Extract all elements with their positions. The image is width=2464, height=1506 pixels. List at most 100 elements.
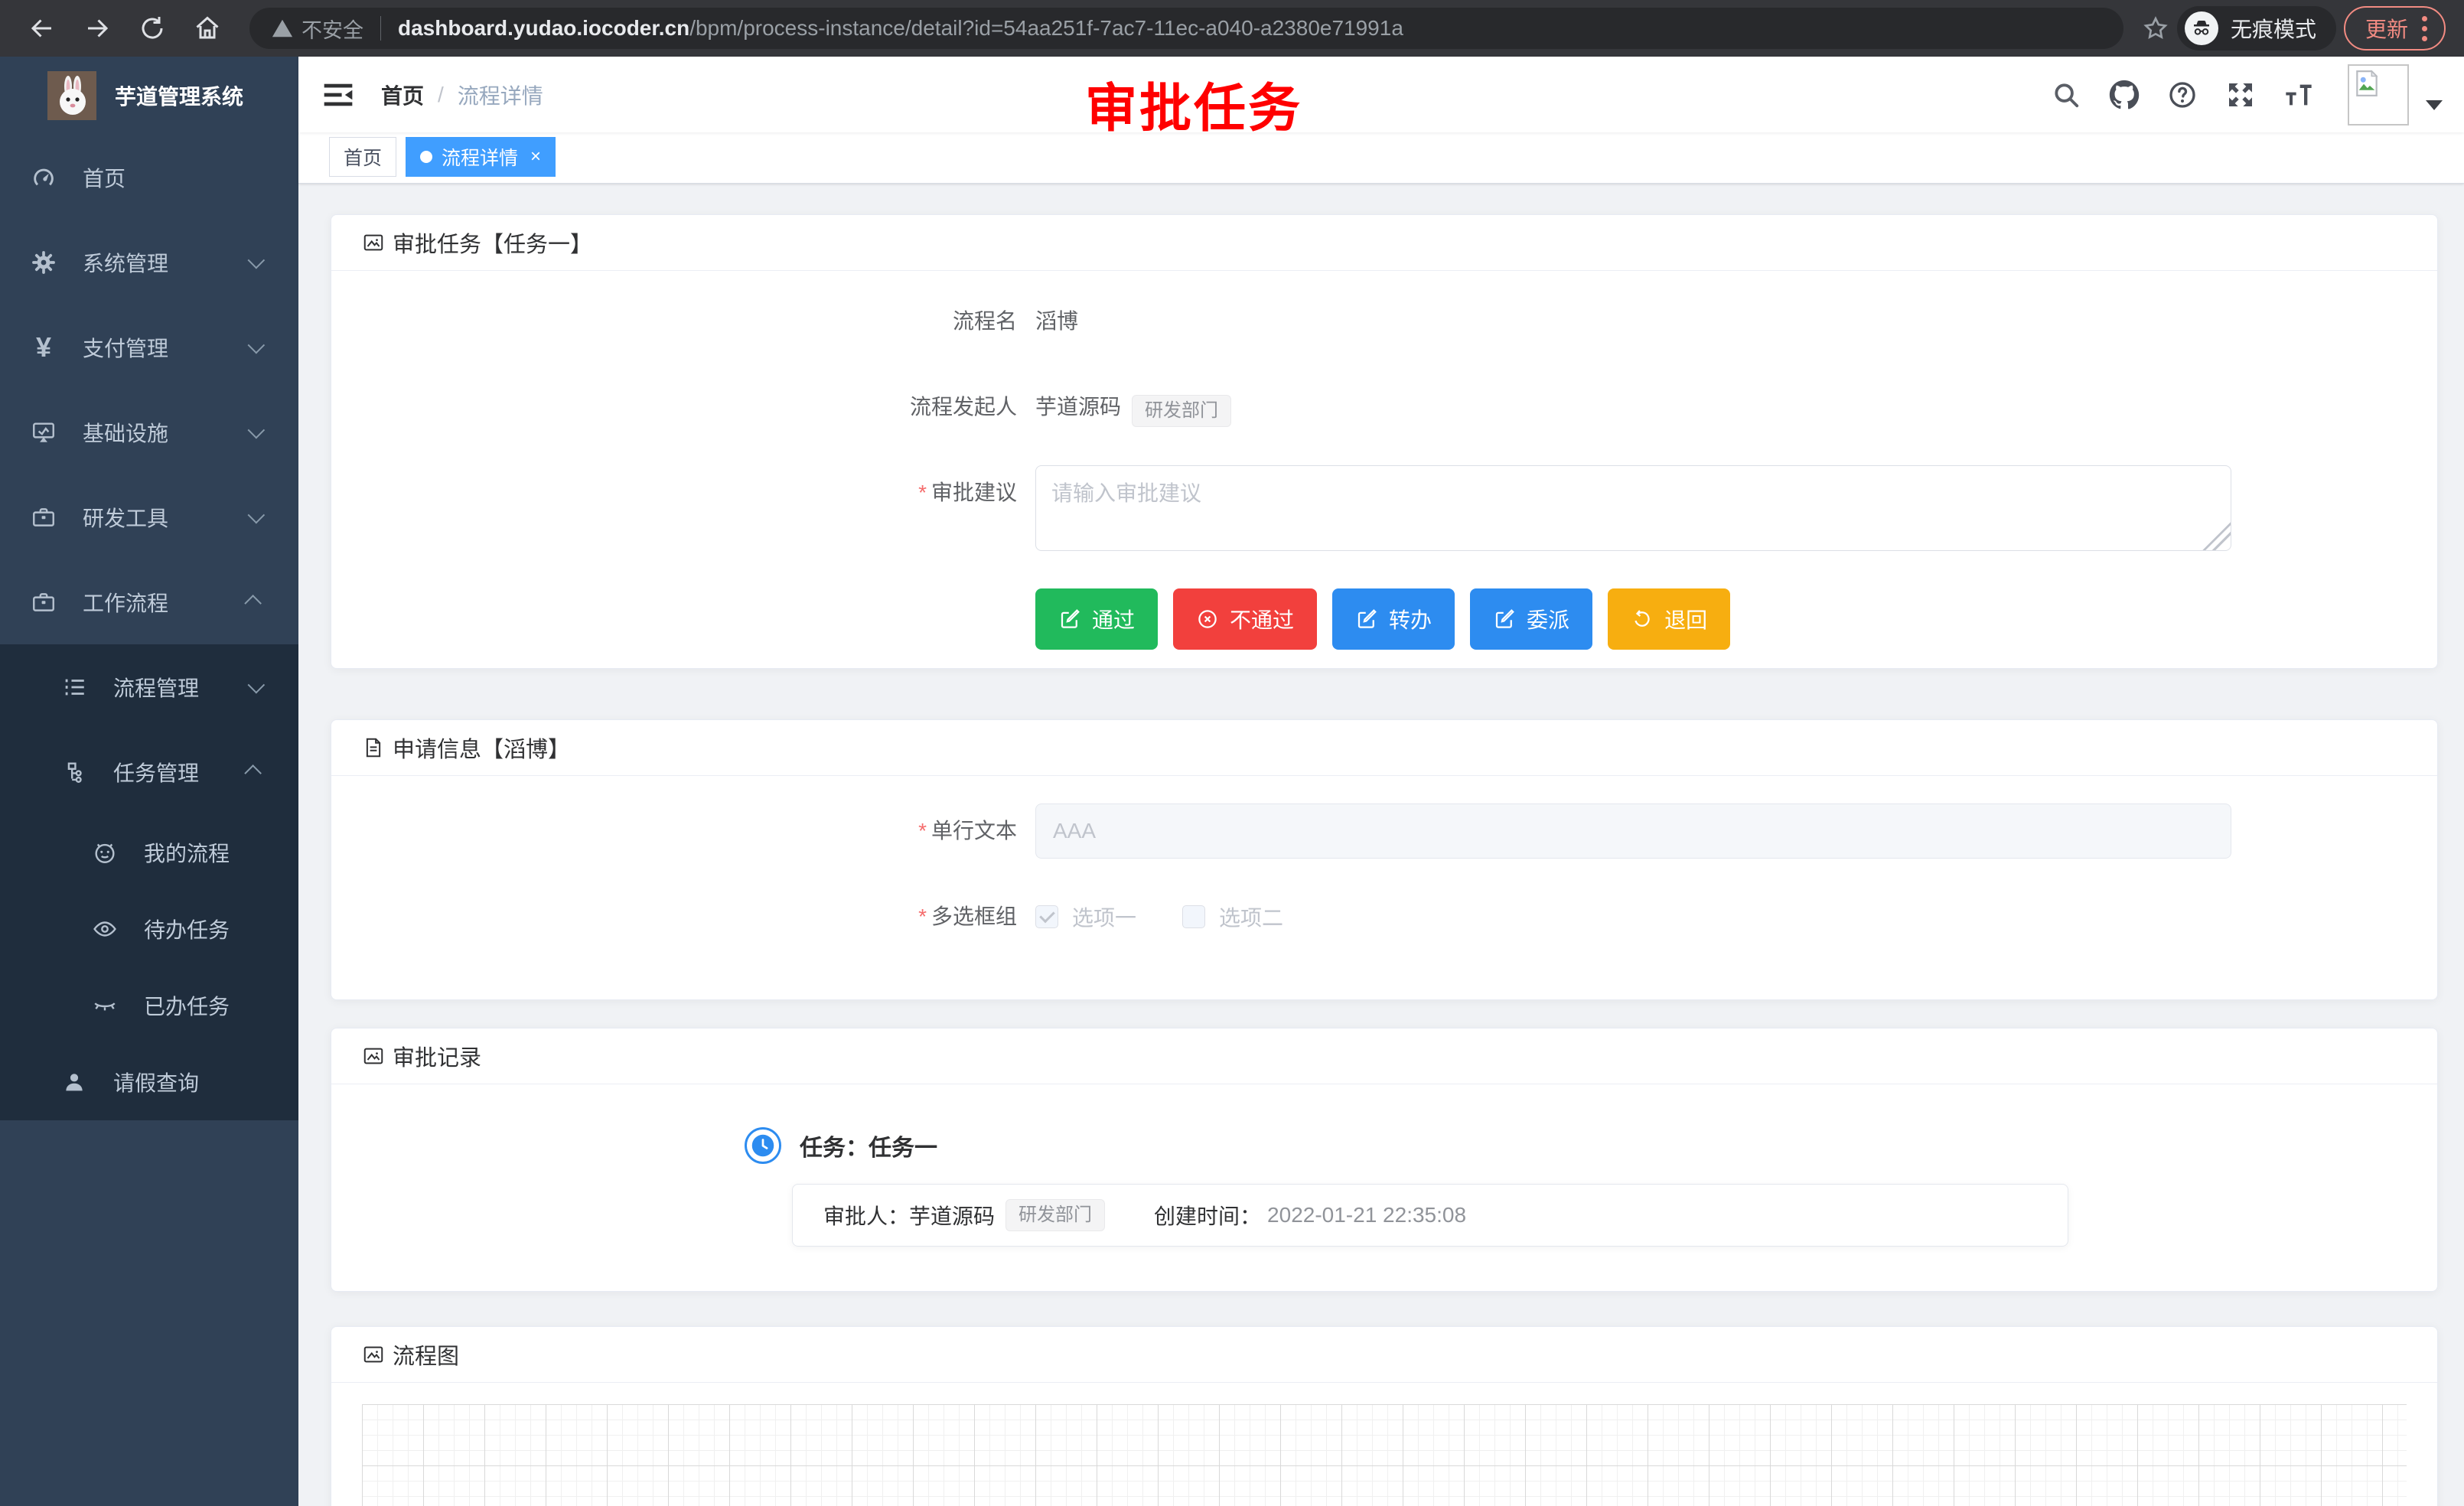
field-label: 流程名 [953,309,1017,333]
close-icon[interactable]: × [530,148,541,166]
sidebar-item-infra[interactable]: 基础设施 [0,390,298,474]
sidebar-item-label: 已办任务 [144,990,260,1021]
field-label: 流程发起人 [910,395,1017,419]
advice-textarea[interactable] [1035,465,2231,551]
workflow-submenu: 流程管理 任务管理 我的流程 待办任务 [0,644,298,1120]
clock-icon [745,1127,781,1164]
omnibox-divider [380,16,381,41]
app-title: 芋道管理系统 [115,80,243,111]
edit-icon [1058,608,1081,631]
created-value: 2022-01-21 22:35:08 [1267,1203,1466,1227]
face-icon [92,839,118,865]
avatar [2348,64,2409,126]
sidebar-item-workflow[interactable]: 工作流程 [0,559,298,644]
active-dot [420,151,432,163]
sidebar-item-todo-tasks[interactable]: 待办任务 [0,891,298,967]
picture-icon [362,1343,385,1366]
card-header: 申请信息【滔博】 [331,720,2437,776]
sidebar-item-label: 我的流程 [144,837,260,868]
tags-view: 首页 流程详情 × [298,132,2464,184]
sidebar-item-label: 流程管理 [113,672,248,702]
chevron-down-icon [248,506,266,523]
reject-button[interactable]: 不通过 [1173,588,1317,650]
fullscreen-icon[interactable] [2225,80,2256,110]
sidebar-item-task-mgmt[interactable]: 任务管理 [0,729,298,814]
breadcrumb: 首页 / 流程详情 [381,80,543,110]
approval-record-row: 审批人： 芋道源码 研发部门 创建时间： 2022-01-21 22:35:08 [792,1184,2068,1247]
monitor-icon [31,419,57,445]
sidebar-item-label: 首页 [83,162,260,193]
tag-home[interactable]: 首页 [329,137,396,177]
edit-icon [1355,608,1378,631]
card-title: 流程图 [393,1338,459,1371]
update-button[interactable]: 更新 [2344,6,2446,51]
tag-label: 首页 [344,143,382,171]
card-header: 审批任务【任务一】 [331,215,2437,271]
approver-name: 芋道源码 [909,1200,995,1231]
sidebar-item-home[interactable]: 首页 [0,135,298,220]
yen-icon: ¥ [31,334,57,360]
user-menu[interactable] [2348,64,2443,126]
insecure-label: 不安全 [301,14,363,44]
sidebar-item-label: 任务管理 [113,757,248,787]
search-icon[interactable] [2051,80,2081,110]
sidebar-item-label: 请假查询 [113,1067,260,1097]
sidebar-logo[interactable]: 芋道管理系统 [0,57,298,135]
bpmn-canvas[interactable] [362,1404,2407,1506]
card-header: 流程图 [331,1327,2437,1383]
form-row-checkbox-group: *多选框组 选项一 选项二 [362,901,2407,932]
process-name-value: 滔博 [1035,309,1078,333]
chevron-down-icon [248,336,266,354]
sidebar-item-payment[interactable]: ¥ 支付管理 [0,305,298,390]
approve-button[interactable]: 通过 [1035,588,1158,650]
transfer-button[interactable]: 转办 [1332,588,1455,650]
checkbox-option-2: 选项二 [1182,901,1283,932]
incognito-badge: 无痕模式 [2177,6,2336,51]
sidebar-item-label: 支付管理 [83,332,248,363]
sidebar-item-label: 待办任务 [144,914,260,944]
forward-icon[interactable] [73,5,121,52]
checkbox-unchecked-icon [1182,905,1205,928]
font-size-icon[interactable] [2283,80,2314,110]
reload-icon[interactable] [129,5,176,52]
checkbox-label: 选项一 [1072,901,1136,932]
task-title: 任务：任务一 [800,1129,937,1162]
breadcrumb-home[interactable]: 首页 [381,80,424,110]
sidebar-item-process-mgmt[interactable]: 流程管理 [0,644,298,729]
sidebar-item-done-tasks[interactable]: 已办任务 [0,967,298,1044]
card-title: 申请信息【滔博】 [393,732,570,764]
sidebar-item-system[interactable]: 系统管理 [0,220,298,305]
insecure-warning-icon [271,17,294,40]
tag-process-detail[interactable]: 流程详情 × [406,137,556,177]
checkbox-label: 选项二 [1219,901,1283,932]
dept-tag: 研发部门 [1005,1199,1105,1231]
dashboard-icon [31,165,57,191]
annotation-text: 审批任务 [1085,66,1302,142]
incognito-icon [2185,11,2218,45]
browser-menu-icon[interactable] [2422,16,2427,41]
required-mark: * [918,819,927,843]
back-icon[interactable] [18,5,66,52]
address-bar[interactable]: 不安全 dashboard.yudao.iocoder.cn/bpm/proce… [249,8,2123,49]
sidebar-item-leave-query[interactable]: 请假查询 [0,1044,298,1120]
sidebar-item-label: 工作流程 [83,587,248,618]
circle-x-icon [1196,608,1219,631]
form-row-process-name: 流程名 滔博 [362,294,2407,349]
github-icon[interactable] [2109,80,2140,110]
sidebar-toggle-icon[interactable] [320,77,357,113]
field-label: 单行文本 [931,819,1017,843]
home-icon[interactable] [184,5,231,52]
bookmark-star-icon[interactable] [2142,15,2169,42]
sidebar-item-label: 研发工具 [83,502,248,533]
approval-actions: 通过 不通过 转办 委派 [1035,588,2407,650]
chevron-down-icon [248,421,266,438]
return-button[interactable]: 退回 [1608,588,1730,650]
sidebar-item-my-process[interactable]: 我的流程 [0,814,298,891]
page-content: 审批任务【任务一】 流程名 滔博 流程发起人 芋道源码研发部门 *审批建议 [298,184,2464,1506]
delegate-button[interactable]: 委派 [1470,588,1592,650]
briefcase-icon [31,504,57,530]
document-icon [362,736,385,759]
sidebar-item-devtools[interactable]: 研发工具 [0,474,298,559]
tree-icon [61,759,87,785]
help-icon[interactable] [2167,80,2198,110]
